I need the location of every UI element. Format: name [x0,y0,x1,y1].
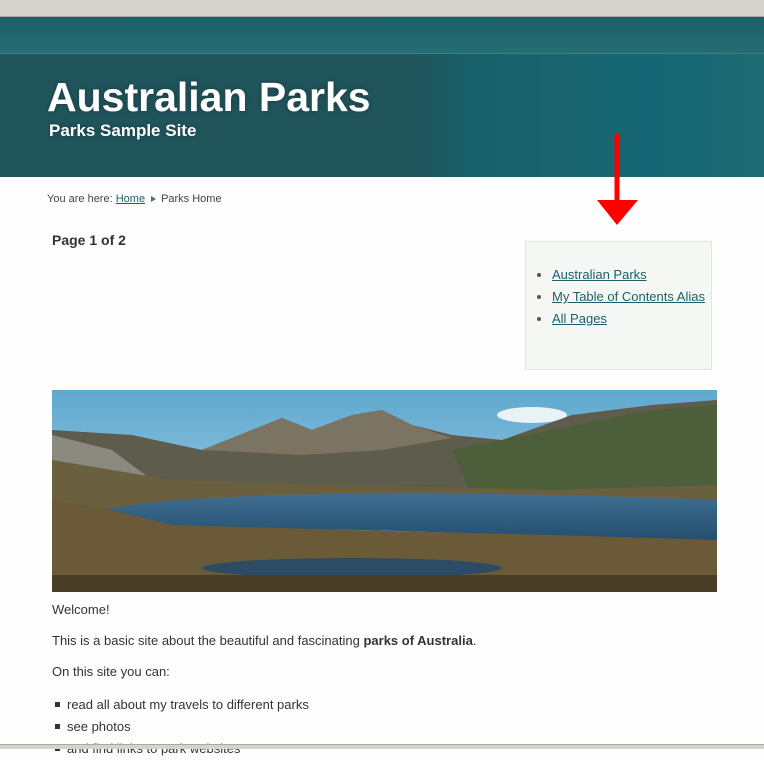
welcome-text: Welcome! [52,602,110,617]
toc-link-all-pages[interactable]: All Pages [552,311,607,326]
breadcrumb: You are here: Home Parks Home [47,193,222,205]
park-landscape-photo [52,390,717,592]
breadcrumb-prefix: You are here: [47,193,113,205]
list-item: and find links to park websites [55,738,309,760]
browser-frame-top [0,0,764,17]
toc-item: Australian Parks [552,264,711,286]
toc-item: My Table of Contents Alias [552,286,711,308]
header-band [0,17,764,54]
site-title: Australian Parks [47,74,371,120]
table-of-contents: Australian Parks My Table of Contents Al… [525,241,712,370]
toc-link-table-of-contents-alias[interactable]: My Table of Contents Alias [552,289,705,304]
breadcrumb-home-link[interactable]: Home [116,193,145,205]
intro-text: This is a basic site about the beautiful… [52,633,364,648]
breadcrumb-current: Parks Home [161,193,222,205]
browser-frame-bottom [0,744,764,749]
toc-item: All Pages [552,308,711,330]
intro-bold: parks of Australia [363,633,473,648]
site-header: Australian Parks Parks Sample Site [0,54,764,177]
toc-link-australian-parks[interactable]: Australian Parks [552,267,647,282]
features-list: read all about my travels to different p… [55,694,309,760]
arrow-down-icon [597,133,638,225]
list-item: see photos [55,716,309,738]
intro-paragraph: This is a basic site about the beautiful… [52,633,476,648]
list-item: read all about my travels to different p… [55,694,309,716]
site-subtitle: Parks Sample Site [49,121,197,140]
breadcrumb-separator-icon [151,196,157,202]
page-indicator: Page 1 of 2 [52,232,126,248]
intro-end: . [472,633,477,648]
lead-text: On this site you can: [52,664,170,679]
